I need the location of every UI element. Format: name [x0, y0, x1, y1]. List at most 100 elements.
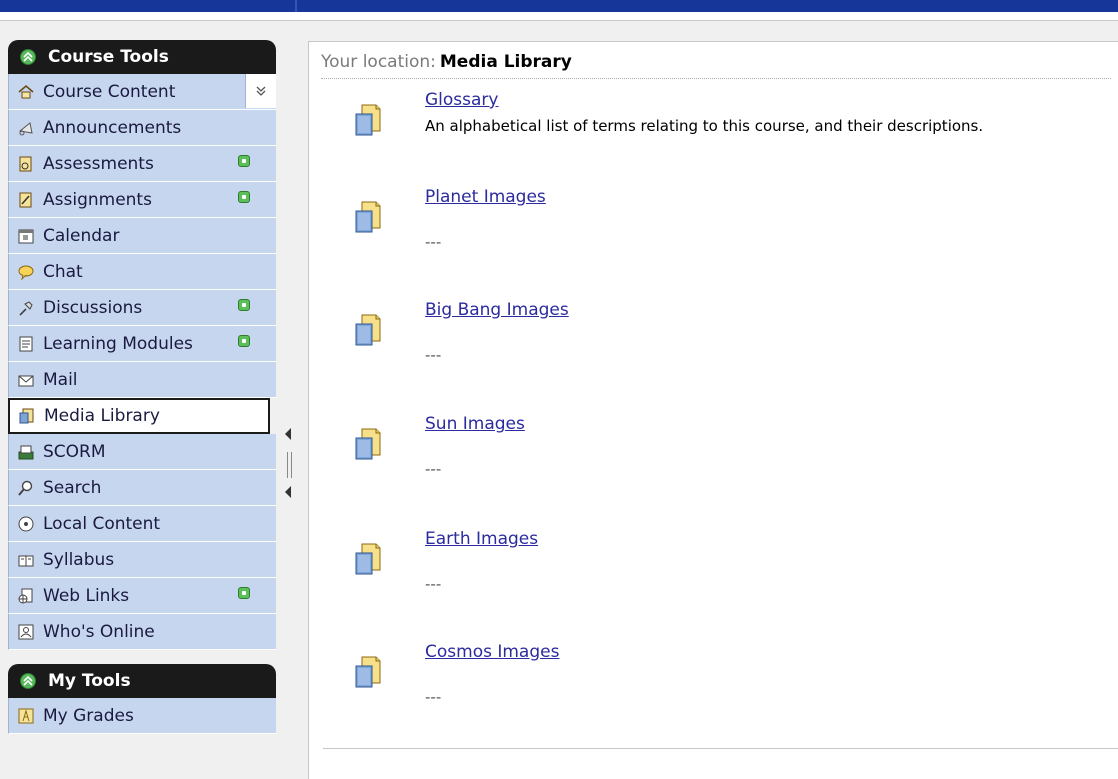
collapse-up-icon[interactable]: [20, 49, 36, 65]
web-links-icon: [17, 587, 35, 605]
sidebar-item-media-library[interactable]: Media Library: [8, 398, 270, 434]
chat-icon: [17, 263, 35, 281]
media-item-link[interactable]: Sun Images: [425, 414, 525, 434]
scorm-icon: [17, 443, 35, 461]
sidebar-item-label: Search: [43, 477, 102, 498]
local-content-icon: [17, 515, 35, 533]
sidebar-item-label: Announcements: [43, 117, 182, 138]
sidebar-item-label: Media Library: [44, 406, 160, 426]
media-item-link[interactable]: Earth Images: [425, 529, 538, 549]
sidebar-item-calendar[interactable]: Calendar: [8, 218, 276, 254]
list-item: Planet Images ---: [349, 187, 1109, 267]
sidebar-item-syllabus[interactable]: Syllabus: [8, 542, 276, 578]
sidebar-item-mail[interactable]: Mail: [8, 362, 276, 398]
course-tools-menu: Course Content Announcements Assessments As…: [8, 74, 276, 650]
media-library-icon: [18, 407, 36, 425]
list-item: Glossary An alphabetical list of terms re…: [349, 90, 1109, 170]
announcement-icon: [17, 119, 35, 137]
collapse-left-arrow-icon[interactable]: [285, 486, 291, 498]
new-content-badge-icon: [238, 191, 250, 203]
sidebar-item-assessments[interactable]: Assessments: [8, 146, 276, 182]
media-item-link[interactable]: Cosmos Images: [425, 642, 559, 662]
sidebar-item-label: Web Links: [43, 585, 130, 606]
sidebar-item-search[interactable]: Search: [8, 470, 276, 506]
sidebar-item-label: Syllabus: [43, 549, 115, 570]
sidebar: Course Tools Course Content Announcements…: [8, 40, 276, 734]
list-item: Earth Images ---: [349, 529, 1109, 609]
sidebar-item-label: Assignments: [43, 189, 152, 210]
collapse-left-arrow-icon[interactable]: [285, 428, 291, 440]
media-item-description: ---: [425, 233, 442, 251]
my-tools-header[interactable]: My Tools: [8, 664, 276, 698]
discussion-pin-icon: [17, 299, 35, 317]
media-item-description: An alphabetical list of terms relating t…: [425, 117, 984, 135]
grades-icon: [17, 707, 35, 725]
sidebar-item-web-links[interactable]: Web Links: [8, 578, 276, 614]
media-item-link[interactable]: Planet Images: [425, 187, 546, 207]
new-content-badge-icon: [238, 155, 250, 167]
home-icon: [17, 83, 35, 101]
media-item-description: ---: [425, 575, 442, 593]
sidebar-item-label: Calendar: [43, 225, 120, 246]
my-tools-title: My Tools: [48, 671, 131, 691]
sidebar-item-local-content[interactable]: Local Content: [8, 506, 276, 542]
sidebar-item-assignments[interactable]: Assignments: [8, 182, 276, 218]
document-icon[interactable]: [355, 656, 381, 688]
sidebar-item-label: Local Content: [43, 513, 161, 534]
sidebar-item-announcements[interactable]: Announcements: [8, 110, 276, 146]
mail-icon: [17, 371, 35, 389]
new-content-badge-icon: [238, 335, 250, 347]
sidebar-item-who-s-online[interactable]: Who's Online: [8, 614, 276, 650]
document-icon[interactable]: [355, 428, 381, 460]
collapse-up-icon[interactable]: [20, 673, 36, 689]
course-tools-title: Course Tools: [48, 47, 169, 67]
sidebar-item-course-content[interactable]: Course Content: [8, 74, 276, 110]
assessment-icon: [17, 155, 35, 173]
breadcrumb: Your location: Media Library: [321, 52, 1111, 79]
document-icon[interactable]: [355, 314, 381, 346]
document-icon[interactable]: [355, 201, 381, 233]
sidebar-item-label: SCORM: [43, 441, 106, 462]
assignment-icon: [17, 191, 35, 209]
location-value: Media Library: [439, 52, 572, 72]
location-label: Your location:: [321, 52, 436, 72]
sidebar-item-label: Discussions: [43, 297, 143, 318]
sidebar-item-label: My Grades: [43, 705, 134, 726]
list-item: Big Bang Images ---: [349, 300, 1109, 380]
media-item-description: ---: [425, 346, 442, 364]
sidebar-item-label: Course Content: [43, 81, 176, 102]
media-item-description: ---: [425, 460, 442, 478]
top-bar-fill: [0, 0, 1118, 12]
my-tools-menu: My Grades: [8, 698, 276, 734]
document-icon[interactable]: [355, 543, 381, 575]
sidebar-item-label: Learning Modules: [43, 333, 193, 354]
top-bar-separator: [295, 0, 297, 12]
sidebar-item-label: Assessments: [43, 153, 154, 174]
sidebar-item-learning-modules[interactable]: Learning Modules: [8, 326, 276, 362]
sidebar-item-discussions[interactable]: Discussions: [8, 290, 276, 326]
search-icon: [17, 479, 35, 497]
sidebar-splitter[interactable]: [283, 428, 295, 508]
whos-online-icon: [17, 623, 35, 641]
splitter-grip[interactable]: [287, 452, 292, 478]
sidebar-item-label: Who's Online: [43, 621, 155, 642]
sidebar-item-label: Mail: [43, 369, 78, 390]
list-item: Sun Images ---: [349, 414, 1109, 494]
new-content-badge-icon: [238, 587, 250, 599]
sidebar-item-chat[interactable]: Chat: [8, 254, 276, 290]
course-tools-header[interactable]: Course Tools: [8, 40, 276, 74]
window-top-bar: [0, 0, 1118, 20]
calendar-icon: [17, 227, 35, 245]
media-item-link[interactable]: Big Bang Images: [425, 300, 569, 320]
divider: [323, 748, 1118, 749]
list-item: Cosmos Images ---: [349, 642, 1109, 722]
chevron-down-icon[interactable]: [245, 74, 276, 108]
document-icon[interactable]: [355, 104, 381, 136]
media-item-link[interactable]: Glossary: [425, 90, 498, 110]
main-content: Your location: Media Library Glossary An a…: [308, 41, 1118, 779]
learning-module-icon: [17, 335, 35, 353]
new-content-badge-icon: [238, 299, 250, 311]
sidebar-item-scorm[interactable]: SCORM: [8, 434, 276, 470]
syllabus-icon: [17, 551, 35, 569]
sidebar-item-my-grades[interactable]: My Grades: [8, 698, 276, 734]
